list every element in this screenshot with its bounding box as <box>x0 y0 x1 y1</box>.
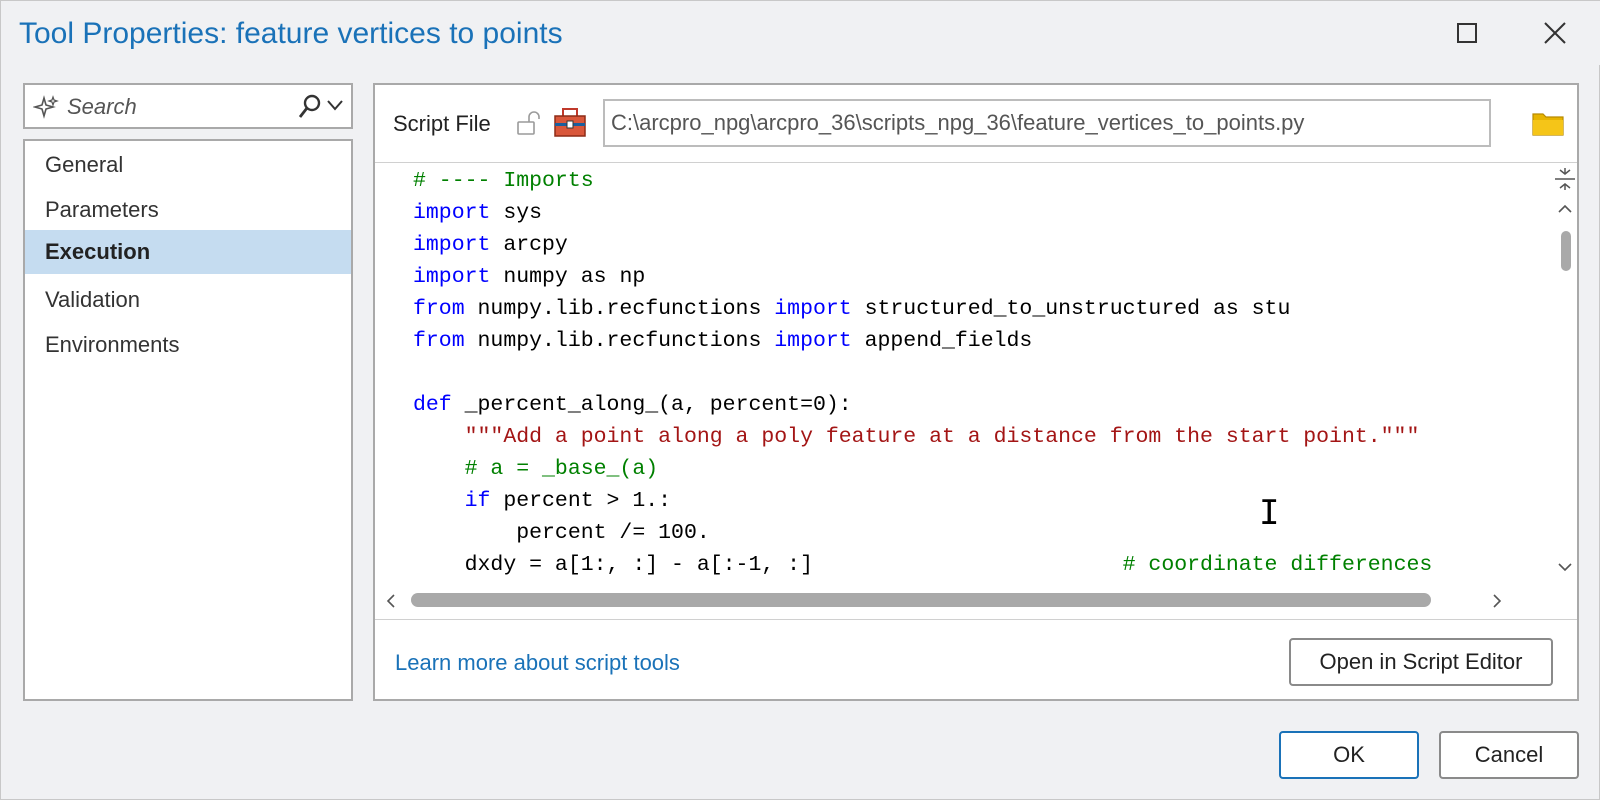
code-token: from <box>413 297 465 321</box>
embed-script-icon[interactable] <box>553 107 587 139</box>
learn-more-link[interactable]: Learn more about script tools <box>395 650 680 676</box>
code-line: import arcpy <box>413 229 1432 261</box>
code-line: # a = _base_(a) <box>413 453 1432 485</box>
code-token: sys <box>490 201 543 225</box>
unlock-icon[interactable] <box>515 109 543 137</box>
close-button[interactable] <box>1533 15 1577 51</box>
code-token: import <box>774 329 852 353</box>
code-line: import sys <box>413 197 1432 229</box>
code-token: numpy.lib.recfunctions <box>464 297 775 321</box>
code-token: # a = _base_(a) <box>464 457 659 481</box>
nav-item-execution[interactable]: Execution <box>25 230 351 274</box>
vertical-scrollbar[interactable] <box>1553 165 1577 595</box>
code-token: arcpy <box>490 233 568 257</box>
code-token: structured_to_unstructured as stu <box>851 297 1291 321</box>
close-icon <box>1544 22 1566 44</box>
maximize-button[interactable] <box>1445 15 1489 51</box>
code-line: """Add a point along a poly feature at a… <box>413 421 1432 453</box>
nav-item-validation[interactable]: Validation <box>25 278 351 322</box>
code-token: append_fields <box>851 329 1033 353</box>
code-token: numpy.lib.recfunctions <box>464 329 775 353</box>
window-title: Tool Properties: feature vertices to poi… <box>19 17 563 50</box>
code-token: import <box>413 265 491 289</box>
text-cursor-icon: I <box>1259 493 1280 533</box>
code-token: percent > 1.: <box>490 489 672 513</box>
code-token: # coordinate differences <box>1122 553 1433 577</box>
search-icon[interactable] <box>297 93 323 121</box>
code-line: # ---- Imports <box>413 165 1432 197</box>
cancel-button[interactable]: Cancel <box>1439 731 1579 779</box>
search-input[interactable] <box>67 93 287 121</box>
code-token: # ---- Imports <box>413 169 594 193</box>
scroll-down-icon[interactable] <box>1557 561 1573 573</box>
code-token: numpy as np <box>490 265 646 289</box>
code-token: _percent_along_(a, percent=0): <box>451 393 852 417</box>
script-file-label: Script File <box>393 111 491 136</box>
maximize-icon <box>1457 23 1477 43</box>
expand-collapse-icon[interactable] <box>1554 167 1576 191</box>
code-token: import <box>413 233 491 257</box>
tool-properties-dialog: Tool Properties: feature vertices to poi… <box>0 0 1600 800</box>
code-token: import <box>413 201 491 225</box>
code-token: percent /= 100. <box>413 521 710 545</box>
scroll-left-icon[interactable] <box>385 593 397 609</box>
code-line: def _percent_along_(a, percent=0): <box>413 389 1432 421</box>
vertical-scroll-thumb[interactable] <box>1561 231 1571 271</box>
chevron-down-icon[interactable] <box>325 95 345 115</box>
nav-item-general[interactable]: General <box>25 143 351 187</box>
script-path-field[interactable]: C:\arcpro_npg\arcpro_36\scripts_npg_36\f… <box>603 99 1491 147</box>
code-line: dxdy = a[1:, :] - a[:-1, :] # coordinate… <box>413 549 1433 581</box>
horizontal-scrollbar[interactable] <box>375 585 1553 615</box>
nav-item-parameters[interactable]: Parameters <box>25 188 351 232</box>
execution-panel: Script File C:\arcpro_npg\arcpro_36\scri… <box>373 83 1579 701</box>
scroll-right-icon[interactable] <box>1491 593 1503 609</box>
code-token: if <box>464 489 491 513</box>
code-line: from numpy.lib.recfunctions import struc… <box>413 293 1432 325</box>
horizontal-scroll-thumb[interactable] <box>411 593 1431 607</box>
ok-button[interactable]: OK <box>1279 731 1419 779</box>
code-line: from numpy.lib.recfunctions import appen… <box>413 325 1432 357</box>
folder-icon[interactable] <box>1531 109 1565 137</box>
code-token: import <box>774 297 852 321</box>
script-file-row: Script File C:\arcpro_npg\arcpro_36\scri… <box>375 85 1577 163</box>
code-line: import numpy as np <box>413 261 1432 293</box>
search-box <box>23 83 353 129</box>
code-token: from <box>413 329 465 353</box>
panel-footer: Learn more about script tools Open in Sc… <box>375 619 1577 701</box>
scroll-up-icon[interactable] <box>1557 203 1573 215</box>
nav-item-environments[interactable]: Environments <box>25 323 351 367</box>
code-token: """Add a point along a poly feature at a… <box>464 425 1420 449</box>
code-token: dxdy = a[1:, :] - a[:-1, :] <box>413 553 1123 577</box>
sparkle-icon <box>33 95 59 119</box>
title-bar: Tool Properties: feature vertices to poi… <box>1 1 1600 65</box>
sidebar-nav: General Parameters Execution Validation … <box>23 139 353 701</box>
open-in-script-editor-button[interactable]: Open in Script Editor <box>1289 638 1553 686</box>
code-viewer[interactable]: # ---- Imports import sys import arcpy impo… <box>375 165 1577 595</box>
code-token: def <box>413 393 452 417</box>
